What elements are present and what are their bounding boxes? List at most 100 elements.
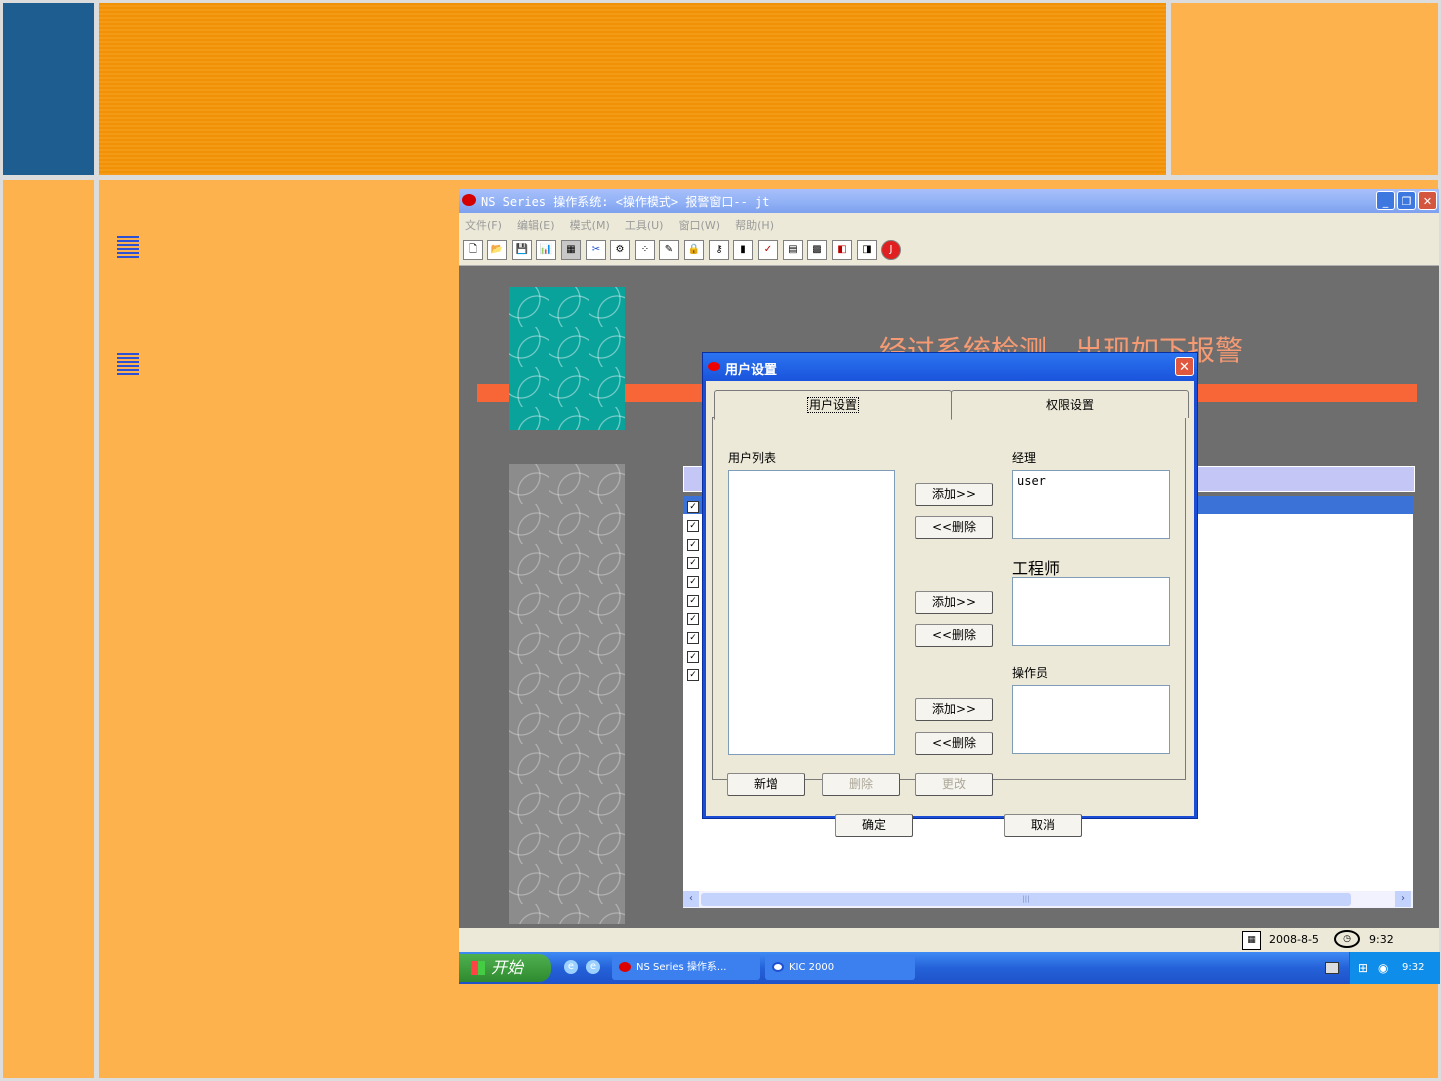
clock-icon: ◷: [1334, 930, 1360, 948]
user-list[interactable]: [728, 470, 895, 755]
tab-label: 用户设置: [806, 397, 859, 413]
start-button[interactable]: 开始: [459, 954, 551, 982]
remove-operator-button[interactable]: <<删除: [915, 732, 993, 755]
engineer-label: 工程师: [1012, 559, 1061, 578]
tools-icon[interactable]: ✂: [586, 240, 606, 260]
modify-user-button[interactable]: 更改: [915, 773, 993, 796]
window-titlebar[interactable]: NS Series 操作系统: <操作模式> 报警窗口-- jt _ ❐ ✕: [459, 189, 1439, 213]
eraser-icon[interactable]: ✎: [659, 240, 679, 260]
bullet-icon: [117, 236, 139, 258]
left-margin-block: [3, 180, 94, 1078]
menu-bar: 文件(F) 编辑(E) 模式(M) 工具(U) 窗口(W) 帮助(H): [459, 213, 1439, 235]
add-engineer-button[interactable]: 添加>>: [915, 591, 993, 614]
alarm-checkbox[interactable]: ✓: [687, 651, 699, 663]
operator-label: 操作员: [1012, 666, 1049, 680]
restore-button[interactable]: ❐: [1397, 191, 1416, 210]
add-manager-button[interactable]: 添加>>: [915, 483, 993, 506]
add-operator-button[interactable]: 添加>>: [915, 698, 993, 721]
volume-icon[interactable]: ◉: [1378, 961, 1388, 975]
lock-icon[interactable]: 🔒: [684, 240, 704, 260]
system-tray: ⊞ ◉ 9:32: [1349, 952, 1440, 984]
menu-help[interactable]: 帮助(H): [735, 217, 774, 233]
quick-launch-icon[interactable]: e: [586, 960, 600, 974]
teal-pattern-image: [509, 287, 625, 430]
minimize-button[interactable]: _: [1376, 191, 1395, 210]
start-label: 开始: [491, 958, 524, 977]
manager-list[interactable]: user: [1012, 470, 1170, 539]
cancel-button[interactable]: 取消: [1004, 814, 1082, 837]
alarm-checkbox[interactable]: ✓: [687, 539, 699, 551]
header-blue-block: [3, 3, 94, 175]
alarm-checkbox[interactable]: ✓: [687, 595, 699, 607]
close-button[interactable]: ✕: [1418, 191, 1437, 210]
horizontal-scrollbar[interactable]: ‹ ||| ›: [683, 891, 1413, 908]
logo-icon[interactable]: J: [881, 240, 901, 260]
alarm-checkbox[interactable]: ✓: [687, 501, 699, 513]
new-user-button[interactable]: 新增: [727, 773, 805, 796]
keyboard-icon[interactable]: [1325, 962, 1339, 974]
alarm-checkbox[interactable]: ✓: [687, 632, 699, 644]
grid-icon[interactable]: ▦: [561, 240, 581, 260]
tab-label: 权限设置: [1045, 398, 1094, 412]
plug-icon[interactable]: ▮: [733, 240, 753, 260]
key-icon[interactable]: ⚷: [709, 240, 729, 260]
remove-engineer-button[interactable]: <<删除: [915, 624, 993, 647]
alarm-checkbox[interactable]: ✓: [687, 613, 699, 625]
scroll-thumb[interactable]: |||: [701, 893, 1351, 906]
engineer-list[interactable]: [1012, 577, 1170, 646]
gray-pattern-image: [509, 464, 625, 924]
network-icon[interactable]: ⊞: [1358, 961, 1368, 975]
chart-icon[interactable]: 📊: [536, 240, 556, 260]
menu-tools[interactable]: 工具(U): [625, 217, 664, 233]
menu-file[interactable]: 文件(F): [465, 217, 502, 233]
open-folder-icon[interactable]: 📂: [487, 240, 507, 260]
scroll-left-icon[interactable]: ‹: [683, 891, 699, 907]
operator-list[interactable]: [1012, 685, 1170, 754]
dialog-close-button[interactable]: ✕: [1175, 357, 1194, 376]
taskbar: 开始 e e NS Series 操作系... KIC 2000 ⊞ ◉ 9:3…: [459, 952, 1440, 984]
alarm-checkbox[interactable]: ✓: [687, 557, 699, 569]
dots-icon[interactable]: ⁘: [635, 240, 655, 260]
exit-green-icon[interactable]: ◨: [857, 240, 877, 260]
status-bar: ▦ 2008-8-5 ◷ 9:32: [459, 928, 1439, 952]
kic-icon: [772, 962, 784, 972]
menu-window[interactable]: 窗口(W): [679, 217, 720, 233]
app-logo-icon: [462, 194, 476, 206]
ie-icon[interactable]: e: [564, 960, 578, 974]
alarm-checkbox[interactable]: ✓: [687, 669, 699, 681]
bullet-icon: [117, 353, 139, 375]
toolbar: 🗋 📂 💾 📊 ▦ ✂ ⚙ ⁘ ✎ 🔒 ⚷ ▮ ✓ ▤ ▩ ◧ ◨ J: [459, 235, 1439, 266]
task-ns-series[interactable]: NS Series 操作系...: [612, 955, 760, 980]
manager-label: 经理: [1012, 451, 1037, 465]
status-time: 9:32: [1369, 933, 1394, 946]
report-icon[interactable]: ✓: [758, 240, 778, 260]
menu-edit[interactable]: 编辑(E): [517, 217, 555, 233]
remove-manager-button[interactable]: <<删除: [915, 516, 993, 539]
list-item[interactable]: user: [1017, 474, 1046, 488]
save-icon[interactable]: 💾: [512, 240, 532, 260]
alarm-checkbox[interactable]: ✓: [687, 576, 699, 588]
alarm-checkbox[interactable]: ✓: [687, 520, 699, 532]
user-list-label: 用户列表: [728, 451, 777, 465]
dialog-title: 用户设置: [725, 363, 778, 378]
task-kic[interactable]: KIC 2000: [765, 955, 915, 980]
graph-icon[interactable]: ▩: [807, 240, 827, 260]
user-settings-dialog: 用户设置 ✕ 用户设置 权限设置 用户列表 经理 user 工程师 操作员 添加…: [702, 352, 1198, 837]
new-file-icon[interactable]: 🗋: [463, 240, 483, 260]
dialog-body: 用户设置 权限设置 用户列表 经理 user 工程师 操作员 添加>> <<删除…: [706, 381, 1194, 837]
calendar-icon: ▦: [1242, 931, 1261, 950]
scroll-right-icon[interactable]: ›: [1395, 891, 1411, 907]
tab-user-settings[interactable]: 用户设置: [714, 390, 952, 420]
dialog-titlebar[interactable]: 用户设置 ✕: [703, 353, 1197, 381]
tab-permission-settings[interactable]: 权限设置: [951, 390, 1189, 418]
delete-user-button[interactable]: 删除: [822, 773, 900, 796]
app-logo-icon: [708, 362, 720, 371]
menu-mode[interactable]: 模式(M): [570, 217, 610, 233]
task-label: NS Series 操作系...: [636, 962, 727, 973]
tray-clock: 9:32: [1402, 962, 1425, 973]
exit-red-icon[interactable]: ◧: [832, 240, 852, 260]
ok-button[interactable]: 确定: [835, 814, 913, 837]
config-icon[interactable]: ⚙: [610, 240, 630, 260]
header-stripe-block: [99, 3, 1166, 175]
table-icon[interactable]: ▤: [783, 240, 803, 260]
